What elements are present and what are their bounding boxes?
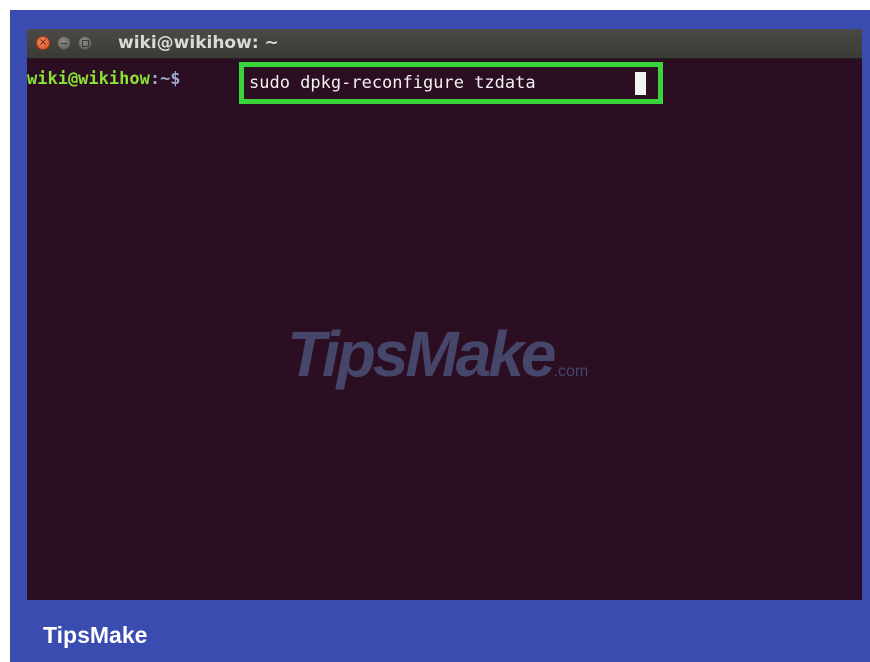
prompt-path: :~$: [149, 69, 181, 89]
maximize-icon: [82, 40, 89, 47]
terminal-prompt: wiki@wikihow:~$: [27, 66, 181, 92]
watermark-suffix: .com: [553, 363, 589, 380]
terminal-command-input[interactable]: sudo dpkg-reconfigure tzdata: [249, 70, 536, 96]
maximize-window-button[interactable]: [78, 36, 92, 50]
prompt-user-host: wiki@wikihow: [27, 69, 150, 89]
footer-brand: TipsMake: [43, 622, 148, 648]
minimize-window-button[interactable]: [57, 36, 71, 50]
watermark-text: TipsMake: [287, 318, 556, 390]
window-title: wiki@wikihow: ~: [118, 33, 279, 53]
watermark-logo: TipsMake.com: [287, 319, 588, 407]
terminal-window: × wiki@wikihow: ~ wiki@wikihow:~$ sudo d…: [27, 29, 862, 600]
minimize-icon: [61, 43, 67, 44]
close-icon: ×: [38, 37, 48, 48]
title-bar: × wiki@wikihow: ~: [27, 29, 862, 59]
close-window-button[interactable]: ×: [36, 36, 50, 50]
terminal-cursor: [635, 72, 646, 95]
